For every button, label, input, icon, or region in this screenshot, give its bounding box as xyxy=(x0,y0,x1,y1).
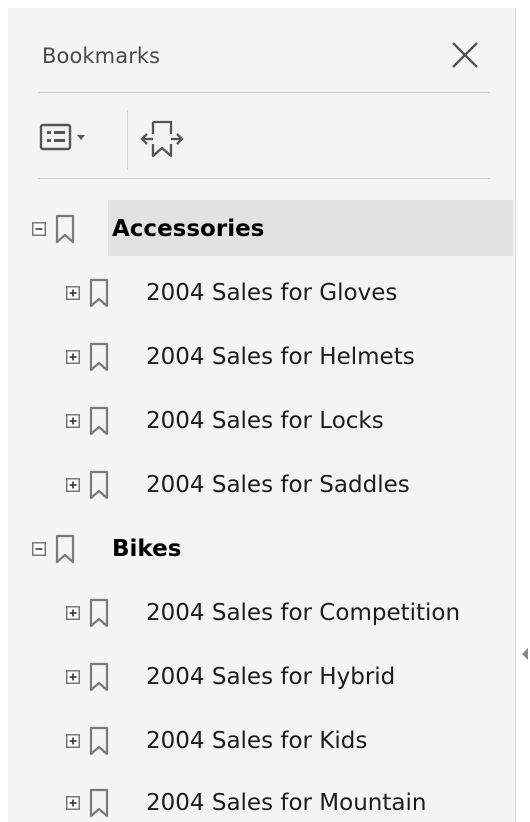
expand-toggle-icon[interactable] xyxy=(66,478,80,492)
expand-toggle-icon[interactable] xyxy=(66,734,80,748)
bookmark-item-competition[interactable]: 2004 Sales for Competition xyxy=(8,582,515,644)
bookmark-label: 2004 Sales for Gloves xyxy=(146,280,398,306)
bookmark-label: 2004 Sales for Mountain xyxy=(146,790,427,816)
collapse-toggle-icon[interactable] xyxy=(32,542,46,556)
expand-toggle-icon[interactable] xyxy=(66,350,80,364)
options-menu-button[interactable] xyxy=(38,118,104,158)
expand-bookmark-icon xyxy=(140,120,184,158)
bookmark-icon xyxy=(89,342,109,372)
expand-toggle-icon[interactable] xyxy=(66,286,80,300)
bookmark-item-gloves[interactable]: 2004 Sales for Gloves xyxy=(8,262,515,324)
bookmark-icon xyxy=(89,788,109,818)
toolbar-divider xyxy=(38,178,490,179)
bookmark-label: 2004 Sales for Locks xyxy=(146,408,384,434)
bookmark-icon xyxy=(89,598,109,628)
expand-bookmark-button[interactable] xyxy=(140,114,184,162)
bookmark-label: Bikes xyxy=(112,536,182,562)
expand-toggle-icon[interactable] xyxy=(66,670,80,684)
expand-toggle-icon[interactable] xyxy=(66,796,80,810)
bookmark-label: 2004 Sales for Kids xyxy=(146,728,368,754)
bookmark-label: Accessories xyxy=(112,216,265,242)
bookmark-item-locks[interactable]: 2004 Sales for Locks xyxy=(8,390,515,452)
expand-toggle-icon[interactable] xyxy=(66,414,80,428)
bookmark-item-hybrid[interactable]: 2004 Sales for Hybrid xyxy=(8,646,515,708)
bookmark-item-accessories[interactable]: Accessories xyxy=(8,198,515,260)
bookmark-label: 2004 Sales for Hybrid xyxy=(146,664,396,690)
panel-title: Bookmarks xyxy=(42,44,161,68)
expand-toggle-icon[interactable] xyxy=(66,606,80,620)
bookmark-icon xyxy=(89,662,109,692)
close-x-icon xyxy=(452,42,478,68)
bookmark-item-bikes[interactable]: Bikes xyxy=(8,518,515,580)
bookmark-icon xyxy=(55,214,75,244)
collapse-panel-arrow-icon[interactable] xyxy=(520,646,530,662)
bookmark-icon xyxy=(89,470,109,500)
bookmark-item-mountain[interactable]: 2004 Sales for Mountain xyxy=(8,772,515,822)
bookmark-label: 2004 Sales for Competition xyxy=(146,600,461,626)
bookmark-icon xyxy=(89,726,109,756)
bookmark-item-kids[interactable]: 2004 Sales for Kids xyxy=(8,710,515,772)
bookmark-icon xyxy=(89,278,109,308)
bookmark-item-saddles[interactable]: 2004 Sales for Saddles xyxy=(8,454,515,516)
bookmarks-panel: Bookmarks Accessories 2004 Sales for Glo… xyxy=(8,8,516,822)
bookmark-label: 2004 Sales for Helmets xyxy=(146,344,415,370)
bookmark-icon xyxy=(55,534,75,564)
collapse-toggle-icon[interactable] xyxy=(32,222,46,236)
toolbar-separator xyxy=(127,110,128,170)
bookmark-item-helmets[interactable]: 2004 Sales for Helmets xyxy=(8,326,515,388)
bookmark-label: 2004 Sales for Saddles xyxy=(146,472,410,498)
bookmark-icon xyxy=(89,406,109,436)
app-page: Bookmarks Accessories 2004 Sales for Glo… xyxy=(0,0,530,822)
header-divider xyxy=(38,92,490,93)
list-options-icon xyxy=(39,123,85,151)
close-button[interactable] xyxy=(445,35,485,75)
